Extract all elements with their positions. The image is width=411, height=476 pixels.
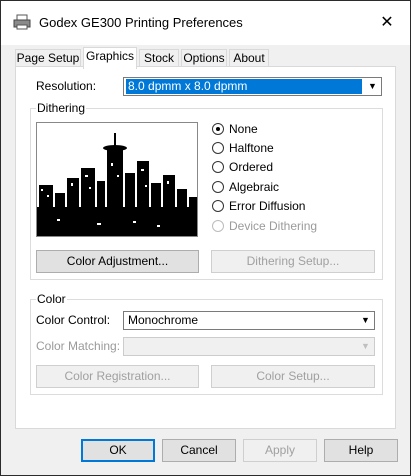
ok-button[interactable]: OK — [81, 439, 155, 462]
radio-error-diffusion-label: Error Diffusion — [229, 199, 306, 213]
color-setup-button[interactable]: Color Setup... — [211, 365, 375, 388]
resolution-value: 8.0 dpmm x 8.0 dpmm — [126, 79, 362, 94]
close-icon: ✕ — [380, 14, 394, 31]
color-control-label: Color Control: — [36, 313, 111, 327]
resolution-select[interactable]: 8.0 dpmm x 8.0 dpmm ▼ — [123, 77, 382, 96]
color-group-title: Color — [36, 292, 67, 306]
resolution-label: Resolution: — [36, 79, 97, 93]
color-matching-label: Color Matching: — [36, 339, 121, 353]
radio-device-dithering-label: Device Dithering — [229, 219, 318, 233]
dithering-options: None Halftone Ordered Algebraic Error Di… — [212, 122, 372, 237]
radio-circle — [212, 181, 224, 193]
chevron-down-icon: ▼ — [361, 341, 370, 351]
radio-none-label: None — [229, 122, 258, 136]
window-title: Godex GE300 Printing Preferences — [39, 15, 243, 30]
radio-algebraic-label: Algebraic — [229, 180, 280, 194]
color-adjustment-button[interactable]: Color Adjustment... — [36, 250, 199, 273]
radio-circle — [212, 220, 224, 232]
radio-halftone-label: Halftone — [229, 141, 274, 155]
color-registration-button[interactable]: Color Registration... — [36, 365, 199, 388]
city-skyline-image — [37, 123, 197, 236]
dithering-setup-button[interactable]: Dithering Setup... — [211, 250, 375, 273]
cancel-button[interactable]: Cancel — [162, 439, 236, 462]
color-control-value: Monochrome — [128, 313, 199, 327]
color-matching-value — [126, 339, 355, 354]
radio-selected-dot — [216, 127, 220, 131]
tab-graphics[interactable]: Graphics — [83, 47, 137, 69]
chevron-down-icon: ▼ — [368, 81, 377, 91]
chevron-down-icon: ▼ — [361, 315, 370, 325]
color-matching-select[interactable]: ▼ — [123, 337, 375, 356]
radio-circle — [212, 161, 224, 173]
radio-circle — [212, 142, 224, 154]
printing-preferences-window: Godex GE300 Printing Preferences ✕ Page … — [0, 0, 411, 476]
dithering-preview-image — [36, 122, 198, 237]
radio-circle — [212, 200, 224, 212]
apply-button[interactable]: Apply — [243, 439, 317, 462]
printer-icon — [13, 14, 31, 30]
close-button[interactable]: ✕ — [364, 1, 410, 45]
graphics-panel: Resolution: 8.0 dpmm x 8.0 dpmm ▼ Dither… — [15, 66, 396, 429]
dithering-group-title: Dithering — [36, 101, 87, 115]
radio-ordered-label: Ordered — [229, 160, 274, 174]
radio-circle — [212, 123, 224, 135]
title-bar: Godex GE300 Printing Preferences ✕ — [1, 1, 410, 45]
help-button[interactable]: Help — [324, 439, 398, 462]
color-control-select[interactable]: Monochrome ▼ — [123, 311, 375, 330]
